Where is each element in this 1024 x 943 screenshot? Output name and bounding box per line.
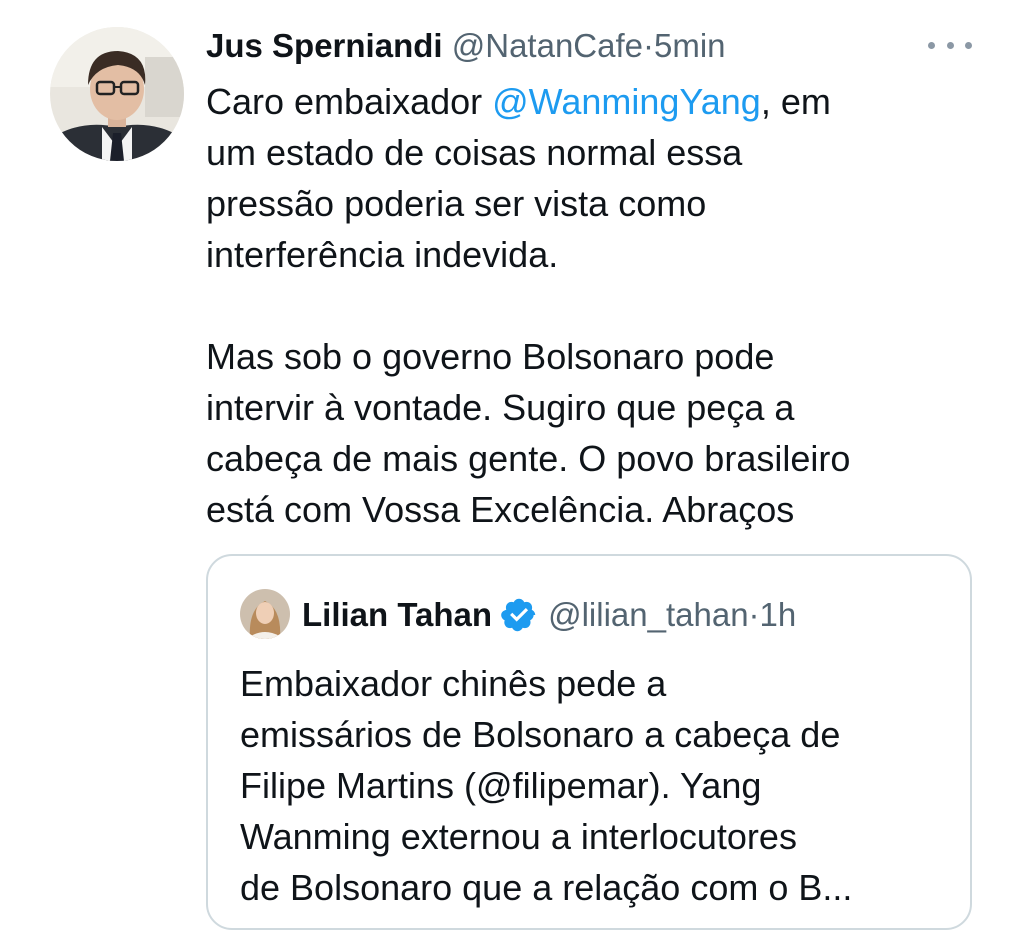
- mention-link[interactable]: @WanmingYang: [492, 81, 761, 122]
- quote-timestamp[interactable]: 1h: [760, 588, 797, 642]
- tweet-text-line: está com Vossa Excelência. Abraços: [206, 489, 795, 530]
- tweet-text-line: cabeça de mais gente. O povo brasileiro: [206, 438, 851, 479]
- more-dot: [928, 41, 935, 49]
- text-fragment: Caro embaixador: [206, 81, 493, 122]
- quote-text-line: de Bolsonaro que a relação com o B...: [240, 867, 853, 908]
- more-options-icon[interactable]: [928, 30, 972, 60]
- tweet-text-line: interferência indevida.: [206, 234, 559, 275]
- quote-author-name[interactable]: Lilian Tahan: [302, 588, 492, 642]
- quoted-tweet-card[interactable]: Lilian Tahan @lilian_tahan · 1h Embaixador…: [206, 554, 972, 930]
- quote-avatar-image: [240, 589, 290, 639]
- quote-text-line: Embaixador chinês pede a: [240, 663, 667, 704]
- quote-text: Embaixador chinês pede a emissários de B…: [240, 658, 960, 913]
- tweet-text-line: Caro embaixador @WanmingYang, em: [206, 76, 996, 127]
- quote-header: Lilian Tahan @lilian_tahan · 1h: [302, 588, 796, 642]
- author-handle[interactable]: @NatanCafe: [452, 27, 643, 64]
- tweet-text-line: intervir à vontade. Sugiro que peça a: [206, 387, 795, 428]
- quote-author-handle[interactable]: @lilian_tahan: [548, 588, 748, 642]
- more-dot: [965, 41, 972, 49]
- tweet-text-line: pressão poderia ser vista como: [206, 183, 707, 224]
- quote-text-line: Wanming externou a interlocutores: [240, 816, 797, 857]
- quote-text-line: emissários de Bolsonaro a cabeça de: [240, 714, 841, 755]
- author-avatar-image: [50, 27, 184, 161]
- verified-badge-icon: [501, 598, 536, 632]
- author-name[interactable]: Jus Sperniandi: [206, 27, 443, 64]
- tweet-text-line: um estado de coisas normal essa: [206, 132, 743, 173]
- tweet-header: Jus Sperniandi @NatanCafe·5min: [206, 20, 726, 72]
- quote-separator: ·: [748, 596, 760, 633]
- header-separator: ·: [643, 27, 654, 64]
- quote-text-line: Filipe Martins (@filipemar). Yang: [240, 765, 762, 806]
- more-dot: [946, 41, 954, 49]
- tweet-timestamp[interactable]: 5min: [654, 27, 726, 64]
- tweet-text-line: Mas sob o governo Bolsonaro pode: [206, 336, 775, 377]
- text-fragment: , em: [760, 81, 831, 122]
- author-avatar[interactable]: [50, 27, 184, 161]
- tweet-text: Caro embaixador @WanmingYang, em um esta…: [206, 76, 996, 535]
- quote-author-avatar[interactable]: [240, 589, 290, 639]
